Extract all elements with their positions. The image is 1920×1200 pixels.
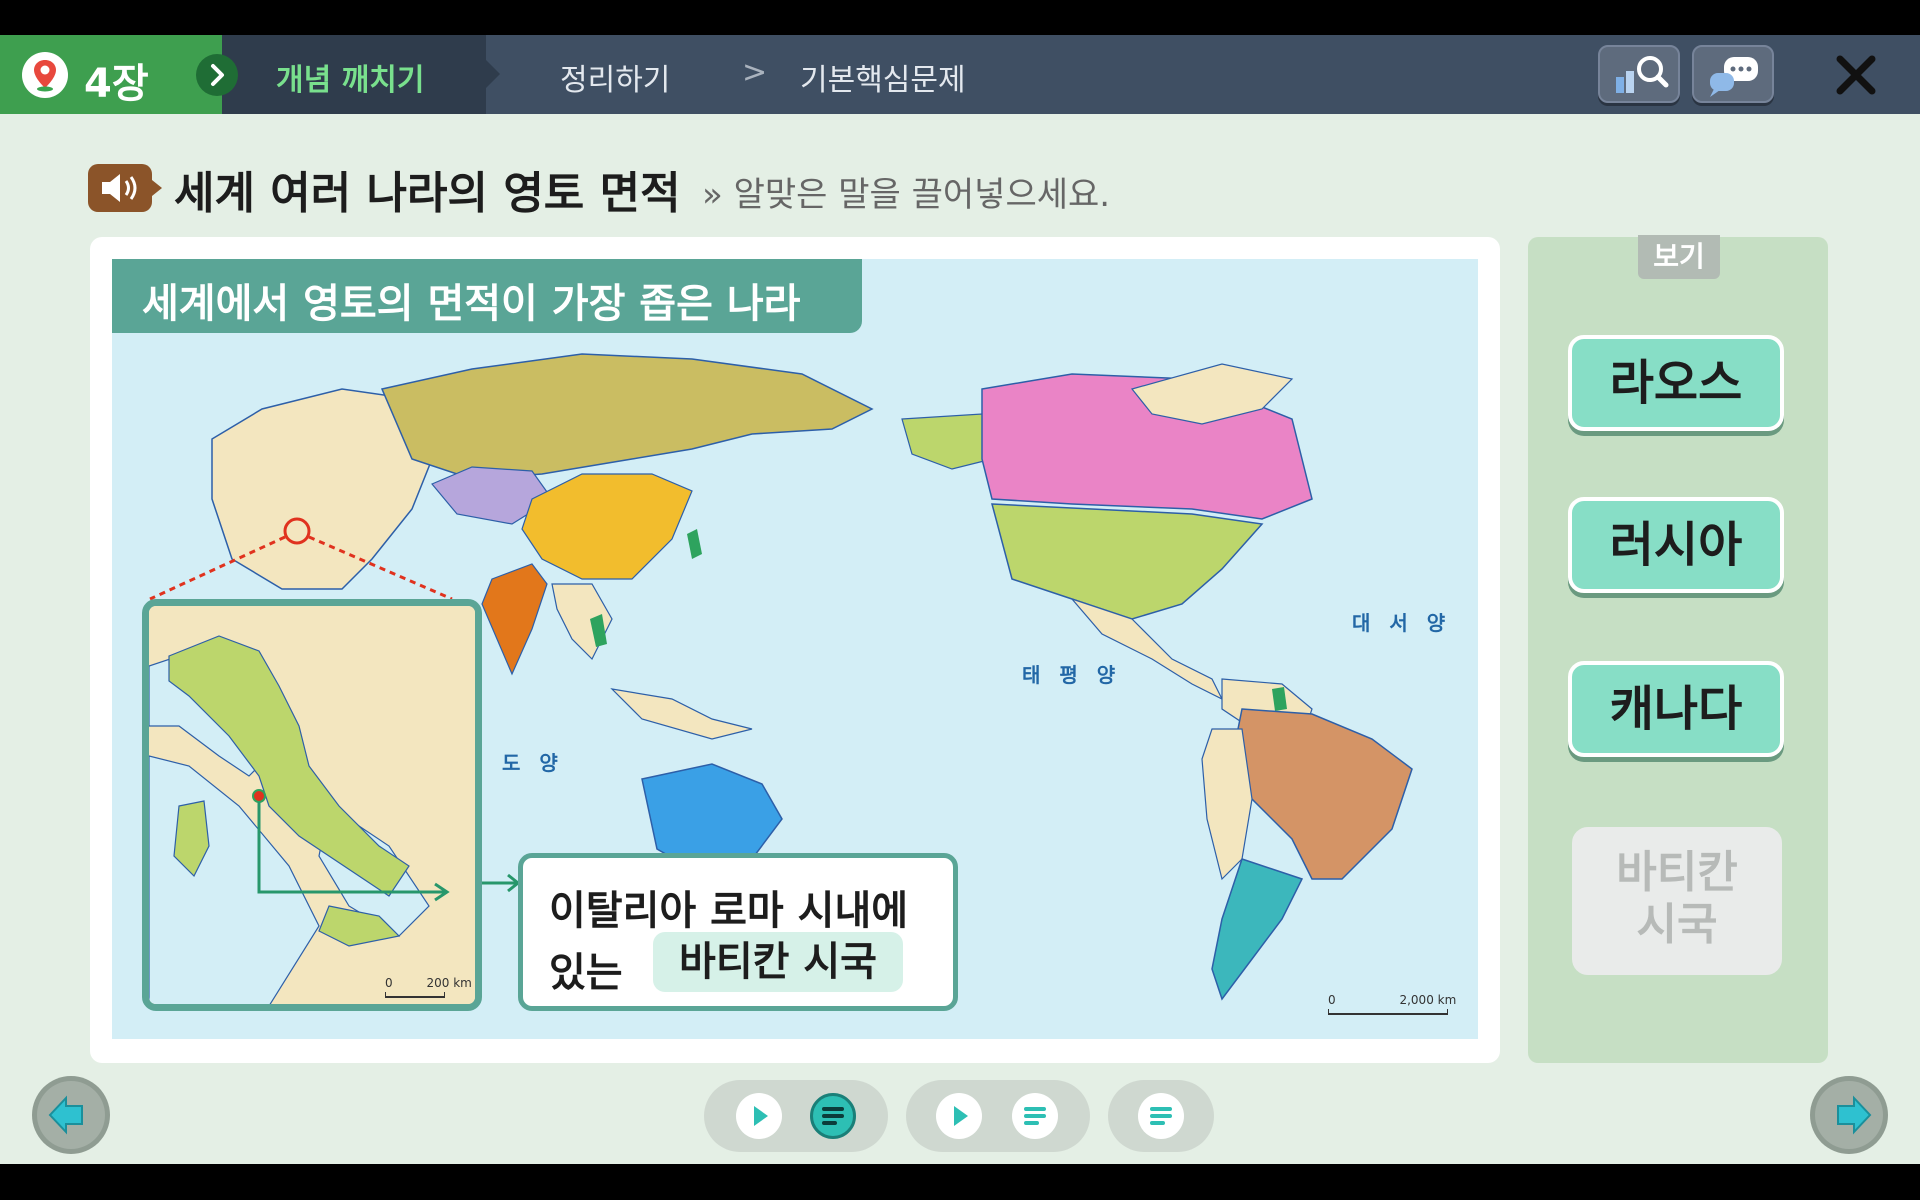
- text-lines-icon: [1024, 1107, 1046, 1125]
- instruction-text: » 알맞은 말을 끌어넣으세요.: [702, 175, 1111, 215]
- arrow-left-icon: [37, 1081, 105, 1149]
- play-button-1[interactable]: [736, 1093, 782, 1139]
- top-bar: 4장 개념 깨치기 정리하기 > 기본핵심문제: [0, 35, 1920, 114]
- chapter-label: 4장: [84, 61, 149, 107]
- map-pin-icon: [22, 52, 68, 98]
- app-screen: 4장 개념 깨치기 정리하기 > 기본핵심문제 세계 여러 나라의 영토 면적 …: [0, 35, 1920, 1164]
- world-map: 세계에서 영토의 면적이 가장 좁은 나라 대 서 양 태 평 양 도 양 0 …: [112, 259, 1478, 1039]
- option-canada[interactable]: 캐나다: [1568, 661, 1784, 757]
- answer-callout: 이탈리아 로마 시내에 있는 바티칸 시국: [518, 853, 958, 1011]
- options-header: 보기: [1638, 235, 1720, 279]
- close-button[interactable]: [1832, 51, 1880, 99]
- option-laos[interactable]: 라오스: [1568, 335, 1784, 431]
- tab-basic-problems[interactable]: 기본핵심문제: [800, 55, 966, 99]
- arrow-right-icon: [1815, 1081, 1883, 1149]
- next-page-button[interactable]: [1810, 1076, 1888, 1154]
- callout-line1: 이탈리아 로마 시내에: [549, 888, 909, 934]
- chat-icon: [1710, 57, 1758, 97]
- script-button-3[interactable]: [1138, 1093, 1184, 1139]
- italy-inset-map: 0 200 km: [142, 599, 482, 1011]
- page-title: 세계 여러 나라의 영토 면적: [174, 168, 681, 219]
- arrow-connector: [482, 873, 521, 893]
- script-button-1[interactable]: [810, 1093, 856, 1139]
- options-panel: 보기 라오스 러시아 캐나다 바티칸 시국: [1528, 235, 1828, 1063]
- content-card: 세계에서 영토의 면적이 가장 좁은 나라 대 서 양 태 평 양 도 양 0 …: [90, 237, 1500, 1063]
- close-icon: [1836, 55, 1876, 95]
- chat-tool-button[interactable]: [1692, 45, 1774, 103]
- media-control-group-3: [1108, 1080, 1214, 1152]
- map-heading: 세계에서 영토의 면적이 가장 좁은 나라: [112, 259, 862, 333]
- ocean-label-indian: 도 양: [502, 751, 564, 775]
- chapter-next-button[interactable]: [196, 54, 238, 96]
- ocean-label-atlantic: 대 서 양: [1352, 611, 1452, 635]
- script-button-2[interactable]: [1012, 1093, 1058, 1139]
- media-control-group-2: [906, 1080, 1090, 1152]
- map-scale-zero: 0: [1328, 993, 1336, 1007]
- play-icon: [754, 1106, 768, 1126]
- speaker-icon: [102, 174, 137, 202]
- inset-scale-value: 200 km: [426, 976, 472, 990]
- option-russia[interactable]: 러시아: [1568, 497, 1784, 593]
- map-scale-value: 2,000 km: [1399, 993, 1457, 1007]
- play-button-2[interactable]: [936, 1093, 982, 1139]
- search-icon: [1616, 56, 1669, 93]
- speaker-button[interactable]: [88, 164, 162, 212]
- media-control-group-1: [704, 1080, 888, 1152]
- option-vatican-used: 바티칸 시국: [1572, 827, 1782, 975]
- inset-scale-bar: 0 200 km: [385, 976, 472, 998]
- tab-summary[interactable]: 정리하기: [560, 55, 670, 99]
- text-lines-icon: [822, 1107, 844, 1125]
- tab-concept-label: 개념 깨치기: [276, 63, 425, 98]
- map-heading-text: 세계에서 영토의 면적이 가장 좁은 나라: [142, 281, 801, 327]
- play-icon: [954, 1106, 968, 1126]
- ocean-label-pacific: 태 평 양: [1022, 663, 1122, 687]
- breadcrumb-separator: >: [742, 55, 768, 90]
- prev-page-button[interactable]: [32, 1076, 110, 1154]
- callout-line2-prefix: 있는: [549, 950, 623, 996]
- inset-scale-zero: 0: [385, 976, 393, 990]
- italy-map-graphic: [149, 606, 475, 1004]
- search-tool-button[interactable]: [1598, 45, 1680, 103]
- map-scale-bar: 0 2,000 km: [1328, 993, 1456, 1015]
- chevron-right-icon: [211, 64, 224, 86]
- text-lines-icon: [1150, 1107, 1172, 1125]
- chapter-badge: 4장: [0, 35, 222, 114]
- answer-drop-slot[interactable]: 바티칸 시국: [653, 932, 903, 992]
